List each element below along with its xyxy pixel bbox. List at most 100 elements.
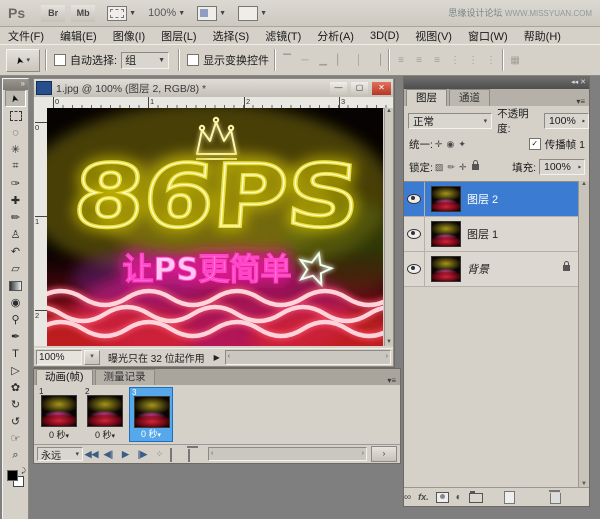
3d-orbit-tool[interactable]: ↺: [5, 413, 26, 430]
distribute-left-icon[interactable]: ⋮: [449, 55, 461, 66]
gradient-tool[interactable]: [5, 277, 26, 294]
align-vcenter-icon[interactable]: ─: [299, 55, 311, 66]
arrange-documents-button[interactable]: ▼: [197, 6, 226, 21]
panel-menu-icon[interactable]: ▾≡: [387, 376, 400, 385]
menu-analysis[interactable]: 分析(A): [309, 28, 362, 44]
status-options-icon[interactable]: ▾: [84, 350, 100, 365]
move-tool[interactable]: ➤: [5, 90, 26, 107]
new-group-icon[interactable]: [469, 493, 483, 503]
collapse-dock-icon[interactable]: ◂◂: [571, 79, 578, 86]
lock-position-icon[interactable]: ✛: [459, 162, 467, 173]
color-swatches[interactable]: ⤸: [6, 468, 26, 490]
blend-mode-dropdown[interactable]: 正常 ▾: [408, 113, 492, 129]
minibridge-button[interactable]: Mb: [71, 5, 95, 22]
frame-delay[interactable]: 0 秒▾: [37, 428, 81, 441]
restore-button[interactable]: ▢: [351, 82, 368, 95]
adjustment-layer-icon[interactable]: ◐: [456, 492, 462, 503]
auto-select-checkbox[interactable]: [54, 54, 66, 66]
frame-1[interactable]: 1 0 秒▾: [37, 387, 81, 442]
panel-menu-icon[interactable]: ▾≡: [576, 97, 589, 106]
tab-animation-frames[interactable]: 动画(帧): [36, 369, 93, 385]
frame-thumbnail[interactable]: [134, 396, 170, 428]
auto-select-dropdown[interactable]: 组 ▼: [121, 52, 169, 69]
add-mask-icon[interactable]: [436, 492, 449, 503]
crop-tool[interactable]: ⌗: [5, 158, 26, 175]
auto-align-icon[interactable]: ▦: [509, 55, 521, 66]
swap-colors-icon[interactable]: ⤸: [21, 468, 25, 476]
frame-thumbnail[interactable]: [41, 395, 77, 427]
tools-panel-header[interactable]: »: [3, 79, 28, 90]
distribute-hcenter-icon[interactable]: ⋮: [467, 55, 479, 66]
horizontal-scrollbar[interactable]: ‹ ›: [225, 350, 391, 365]
scroll-down-icon[interactable]: ▼: [385, 339, 393, 345]
layer-name[interactable]: 图层 1: [467, 226, 498, 242]
delete-layer-icon[interactable]: [550, 493, 561, 504]
play-button[interactable]: ▶: [117, 449, 134, 460]
vertical-scrollbar[interactable]: ▲ ▼: [384, 108, 393, 346]
scroll-left-icon[interactable]: ‹: [228, 353, 230, 360]
scroll-right-icon[interactable]: ›: [386, 353, 388, 360]
menu-edit[interactable]: 编辑(E): [52, 28, 105, 44]
layer-row-background[interactable]: 背景: [404, 252, 579, 287]
view-extras-button[interactable]: ▼: [107, 6, 136, 21]
menu-image[interactable]: 图像(I): [105, 28, 153, 44]
delete-frame-button[interactable]: [188, 449, 202, 460]
lasso-tool[interactable]: ◌: [5, 124, 26, 141]
layer-thumbnail[interactable]: [431, 186, 461, 212]
link-layers-icon[interactable]: ∞: [404, 492, 411, 503]
align-right-icon[interactable]: ▕: [371, 55, 383, 66]
tab-channels[interactable]: 通道: [449, 89, 490, 106]
menu-window[interactable]: 窗口(W): [460, 28, 516, 44]
align-bottom-icon[interactable]: ▁: [317, 55, 329, 66]
layer-row-2[interactable]: 图层 2: [404, 182, 579, 217]
lock-all-icon[interactable]: [472, 164, 479, 170]
menu-layer[interactable]: 图层(L): [153, 28, 204, 44]
path-selection-tool[interactable]: ▷: [5, 362, 26, 379]
scroll-right-icon[interactable]: ›: [362, 450, 364, 457]
spinner-icon[interactable]: ‣: [577, 163, 582, 172]
canvas[interactable]: 86PS 86PS 86PS 让PS更简单 让PS更简单: [47, 108, 383, 346]
custom-shape-tool[interactable]: ✿: [5, 379, 26, 396]
next-frame-button[interactable]: |▶: [134, 449, 151, 460]
layer-thumbnail[interactable]: [431, 256, 461, 282]
unify-visibility-icon[interactable]: ◉: [446, 139, 454, 150]
show-transform-checkbox[interactable]: [187, 54, 199, 66]
hand-tool[interactable]: ☞: [5, 430, 26, 447]
clone-stamp-tool[interactable]: ♙: [5, 226, 26, 243]
quick-selection-tool[interactable]: ✳: [5, 141, 26, 158]
align-top-icon[interactable]: ▔: [281, 55, 293, 66]
3d-rotate-tool[interactable]: ↻: [5, 396, 26, 413]
foreground-color-swatch[interactable]: [7, 470, 18, 481]
scroll-left-icon[interactable]: ‹: [211, 450, 213, 457]
propagate-checkbox[interactable]: ✓: [529, 138, 541, 150]
layer-name[interactable]: 图层 2: [467, 191, 498, 207]
history-brush-tool[interactable]: ↶: [5, 243, 26, 260]
close-dock-icon[interactable]: ✕: [580, 79, 586, 86]
align-left-icon[interactable]: ▏: [335, 55, 347, 66]
new-layer-icon[interactable]: [504, 491, 515, 504]
align-hcenter-icon[interactable]: │: [353, 55, 365, 66]
document-titlebar[interactable]: 1.jpg @ 100% (图层 2, RGB/8) * — ▢ ✕: [34, 79, 393, 97]
fill-field[interactable]: 100% ‣: [539, 159, 585, 175]
zoom-level-button[interactable]: 100% ▼: [148, 7, 185, 19]
eye-icon[interactable]: [407, 229, 421, 239]
type-tool[interactable]: T: [5, 345, 26, 362]
unify-style-icon[interactable]: ✦: [458, 139, 466, 150]
scroll-up-icon[interactable]: ▲: [386, 108, 392, 114]
opacity-field[interactable]: 100% ‣: [544, 113, 589, 129]
distribute-vcenter-icon[interactable]: ≡: [413, 55, 425, 66]
layer-row-1[interactable]: 图层 1: [404, 217, 579, 252]
frame-delay[interactable]: 0 秒▾: [83, 428, 127, 441]
convert-to-timeline-button[interactable]: ›: [371, 446, 397, 462]
eraser-tool[interactable]: ▱: [5, 260, 26, 277]
screen-mode-button[interactable]: ▼: [238, 6, 267, 21]
layers-scrollbar[interactable]: ▲ ▼: [578, 181, 589, 488]
frame-2[interactable]: 2 0 秒▾: [83, 387, 127, 442]
dodge-tool[interactable]: ⚲: [5, 311, 26, 328]
status-zoom-field[interactable]: 100%: [36, 350, 82, 365]
menu-filter[interactable]: 滤镜(T): [257, 28, 309, 44]
status-flyout-button[interactable]: ▶: [211, 353, 223, 362]
eye-icon[interactable]: [407, 194, 421, 204]
visibility-cell[interactable]: [404, 252, 425, 286]
lock-transparent-icon[interactable]: ▨: [435, 162, 444, 173]
